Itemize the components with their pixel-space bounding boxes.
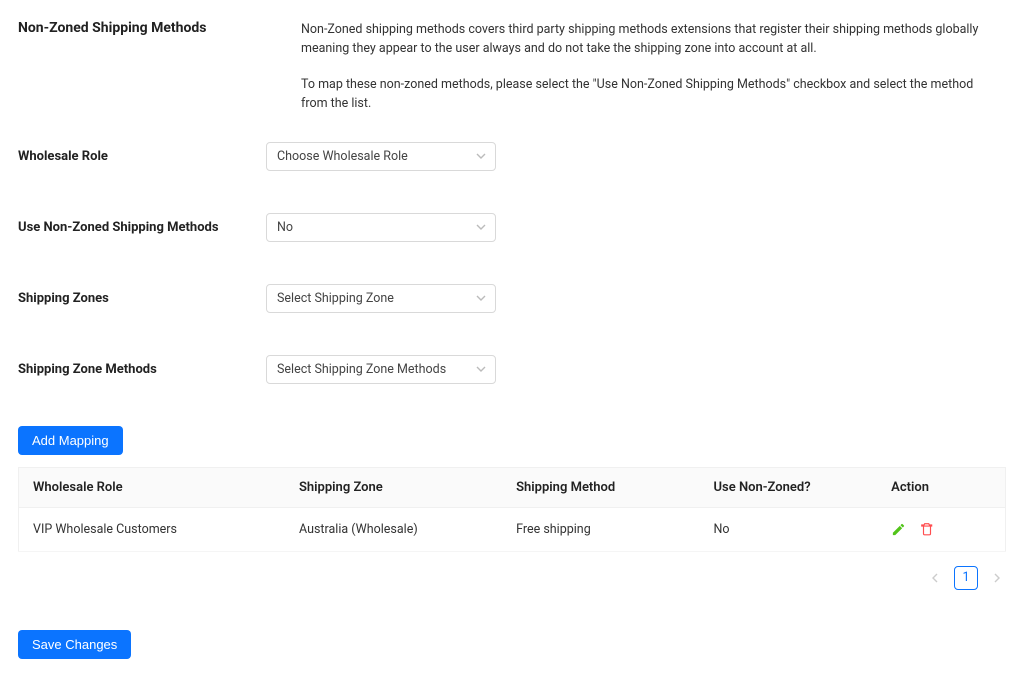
table-header-method: Shipping Method [502, 467, 699, 507]
desc-paragraph-2: To map these non-zoned methods, please s… [301, 75, 1001, 114]
chevron-down-icon [476, 222, 486, 232]
cell-method: Free shipping [502, 507, 699, 551]
page-next-icon[interactable] [988, 569, 1006, 587]
use-nonzoned-select[interactable]: No [266, 213, 496, 242]
section-title: Non-Zoned Shipping Methods [18, 20, 266, 114]
page-number-current[interactable]: 1 [954, 566, 978, 590]
page-prev-icon[interactable] [926, 569, 944, 587]
table-header-role: Wholesale Role [19, 467, 285, 507]
table-row: VIP Wholesale Customers Australia (Whole… [19, 507, 1006, 551]
wholesale-role-value: Choose Wholesale Role [277, 149, 408, 164]
cell-role: VIP Wholesale Customers [19, 507, 285, 551]
chevron-down-icon [476, 293, 486, 303]
shipping-zones-value: Select Shipping Zone [277, 291, 394, 306]
edit-icon[interactable] [891, 522, 906, 537]
zone-methods-value: Select Shipping Zone Methods [277, 362, 446, 377]
shipping-zones-label: Shipping Zones [18, 291, 266, 306]
pagination: 1 [18, 566, 1006, 590]
add-mapping-button[interactable]: Add Mapping [18, 426, 123, 455]
save-changes-button[interactable]: Save Changes [18, 630, 131, 659]
use-nonzoned-value: No [277, 220, 293, 235]
table-header-action: Action [877, 467, 1005, 507]
shipping-zones-select[interactable]: Select Shipping Zone [266, 284, 496, 313]
zone-methods-select[interactable]: Select Shipping Zone Methods [266, 355, 496, 384]
section-description: Non-Zoned shipping methods covers third … [301, 20, 1001, 114]
wholesale-role-label: Wholesale Role [18, 149, 266, 164]
use-nonzoned-label: Use Non-Zoned Shipping Methods [18, 220, 266, 235]
cell-nonzoned: No [700, 507, 878, 551]
chevron-down-icon [476, 364, 486, 374]
chevron-down-icon [476, 151, 486, 161]
wholesale-role-select[interactable]: Choose Wholesale Role [266, 142, 496, 171]
mapping-table: Wholesale Role Shipping Zone Shipping Me… [18, 467, 1006, 552]
cell-zone: Australia (Wholesale) [285, 507, 502, 551]
desc-paragraph-1: Non-Zoned shipping methods covers third … [301, 20, 1001, 59]
table-header-nonzoned: Use Non-Zoned? [700, 467, 878, 507]
table-header-zone: Shipping Zone [285, 467, 502, 507]
zone-methods-label: Shipping Zone Methods [18, 362, 266, 377]
delete-icon[interactable] [920, 522, 934, 536]
